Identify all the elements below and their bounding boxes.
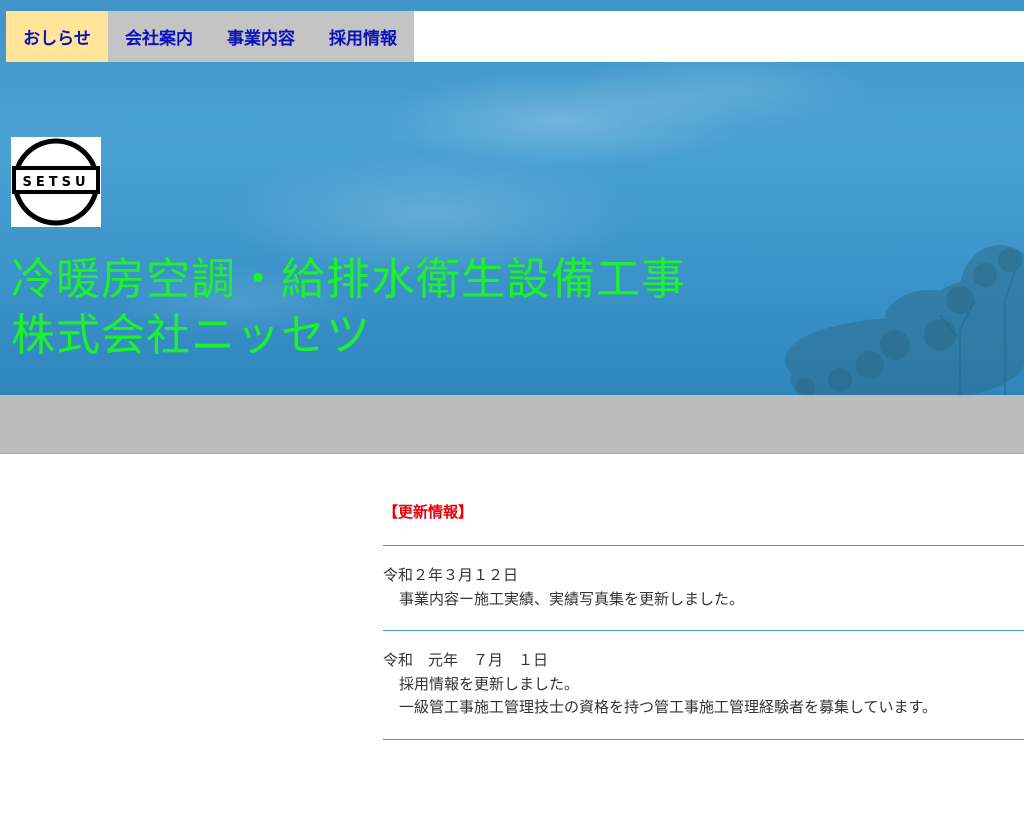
nav-background-strip bbox=[414, 11, 1024, 62]
news-section: 【更新情報】 令和２年３月１２日 事業内容ー施工実績、実績写真集を更新しました。… bbox=[383, 500, 1024, 740]
banner-title-line-1: 冷暖房空調・給排水衛生設備工事 bbox=[11, 254, 686, 305]
main-nav: おしらせ 会社案内 事業内容 採用情報 bbox=[6, 11, 414, 62]
news-entry-date: 令和２年３月１２日 bbox=[383, 566, 519, 584]
banner-title: 冷暖房空調・給排水衛生設備工事 株式会社ニッセツ bbox=[11, 252, 686, 364]
nav-item-news[interactable]: おしらせ bbox=[6, 11, 108, 62]
news-entry-text: 採用情報を更新しました。 bbox=[399, 674, 580, 693]
nav-item-business[interactable]: 事業内容 bbox=[210, 11, 312, 62]
nav-item-company[interactable]: 会社案内 bbox=[108, 11, 210, 62]
news-entry-date: 令和 元年 ７月 １日 bbox=[383, 651, 549, 669]
company-logo: SETSU bbox=[11, 137, 101, 227]
banner-title-line-2: 株式会社ニッセツ bbox=[11, 310, 371, 361]
news-entry: 令和２年３月１２日 事業内容ー施工実績、実績写真集を更新しました。 bbox=[383, 546, 1024, 630]
logo-text: SETSU bbox=[22, 175, 89, 190]
news-entry: 令和 元年 ７月 １日 採用情報を更新しました。 一級管工事施工管理技士の資格を… bbox=[383, 631, 1024, 739]
divider bbox=[383, 738, 1024, 740]
page: おしらせ 会社案内 事業内容 採用情報 SETSU 冷暖房空調・給排水衛生設備工… bbox=[0, 0, 1024, 819]
setsu-logo-icon: SETSU bbox=[12, 138, 100, 226]
news-entry-text: 事業内容ー施工実績、実績写真集を更新しました。 bbox=[399, 589, 745, 608]
gray-band bbox=[0, 395, 1024, 454]
news-heading: 【更新情報】 bbox=[383, 503, 474, 521]
nav-item-recruit[interactable]: 採用情報 bbox=[312, 11, 414, 62]
news-entry-text: 一級管工事施工管理技士の資格を持つ管工事施工管理経験者を募集しています。 bbox=[399, 698, 938, 716]
